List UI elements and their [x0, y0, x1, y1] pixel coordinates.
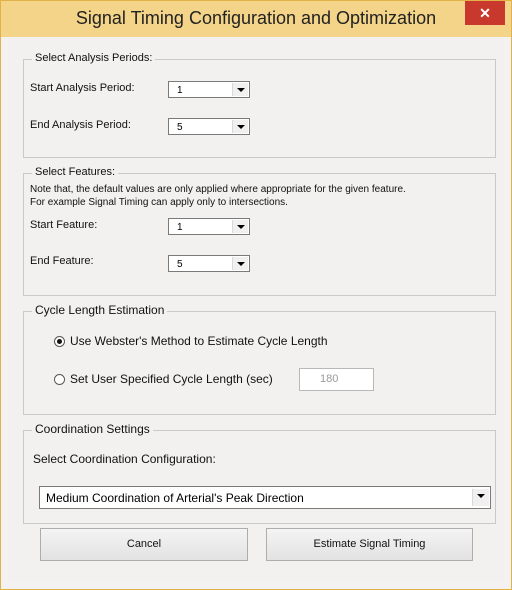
cycle-length-group: Cycle Length Estimation Use Webster's Me…	[23, 303, 496, 415]
start-feature-label: Start Feature:	[30, 219, 98, 231]
chevron-down-icon[interactable]	[232, 257, 248, 270]
end-feature-label: End Feature:	[30, 255, 94, 267]
end-feature-value: 5	[177, 259, 183, 270]
window-title: Signal Timing Configuration and Optimiza…	[75, 8, 437, 28]
start-feature-value: 1	[177, 222, 183, 233]
chevron-down-icon[interactable]	[232, 83, 248, 96]
user-cycle-length-radio[interactable]	[54, 374, 65, 385]
title-bar[interactable]: Signal Timing Configuration and Optimiza…	[1, 1, 511, 37]
webster-method-label[interactable]: Use Webster's Method to Estimate Cycle L…	[70, 334, 328, 348]
analysis-periods-legend: Select Analysis Periods:	[32, 52, 156, 64]
webster-method-radio[interactable]	[54, 336, 65, 347]
start-analysis-period-value: 1	[177, 85, 183, 96]
end-analysis-period-dropdown[interactable]: 5	[168, 118, 250, 135]
chevron-down-icon[interactable]	[232, 220, 248, 233]
start-analysis-period-label: Start Analysis Period:	[30, 82, 135, 94]
estimate-signal-timing-button[interactable]: Estimate Signal Timing	[266, 528, 473, 561]
cycle-length-input[interactable]: 180	[299, 368, 374, 391]
features-legend: Select Features:	[32, 166, 119, 178]
coordination-legend: Coordination Settings	[32, 422, 153, 436]
dialog-window: Signal Timing Configuration and Optimiza…	[0, 0, 512, 590]
end-analysis-period-value: 5	[177, 122, 183, 133]
start-feature-dropdown[interactable]: 1	[168, 218, 250, 235]
end-feature-dropdown[interactable]: 5	[168, 255, 250, 272]
features-group: Select Features: Note that, the default …	[23, 166, 496, 296]
cycle-length-value: 180	[320, 373, 339, 385]
cycle-length-legend: Cycle Length Estimation	[32, 303, 168, 317]
features-note-line-1: Note that, the default values are only a…	[30, 184, 406, 195]
coordination-group: Coordination Settings Select Coordinatio…	[23, 422, 496, 524]
features-note-line-2: For example Signal Timing can apply only…	[30, 197, 288, 208]
chevron-down-icon[interactable]	[232, 120, 248, 133]
close-icon: ✕	[479, 5, 491, 21]
analysis-periods-group: Select Analysis Periods: Start Analysis …	[23, 52, 496, 158]
dialog-client-area: Select Analysis Periods: Start Analysis …	[9, 37, 503, 581]
close-button[interactable]: ✕	[465, 1, 505, 25]
coordination-select-label: Select Coordination Configuration:	[33, 452, 216, 466]
coordination-configuration-value: Medium Coordination of Arterial's Peak D…	[46, 491, 304, 505]
user-cycle-length-label[interactable]: Set User Specified Cycle Length (sec)	[70, 372, 273, 386]
chevron-down-icon[interactable]	[472, 489, 489, 506]
end-analysis-period-label: End Analysis Period:	[30, 119, 131, 131]
start-analysis-period-dropdown[interactable]: 1	[168, 81, 250, 98]
coordination-configuration-dropdown[interactable]: Medium Coordination of Arterial's Peak D…	[39, 486, 491, 509]
cancel-button[interactable]: Cancel	[40, 528, 248, 561]
